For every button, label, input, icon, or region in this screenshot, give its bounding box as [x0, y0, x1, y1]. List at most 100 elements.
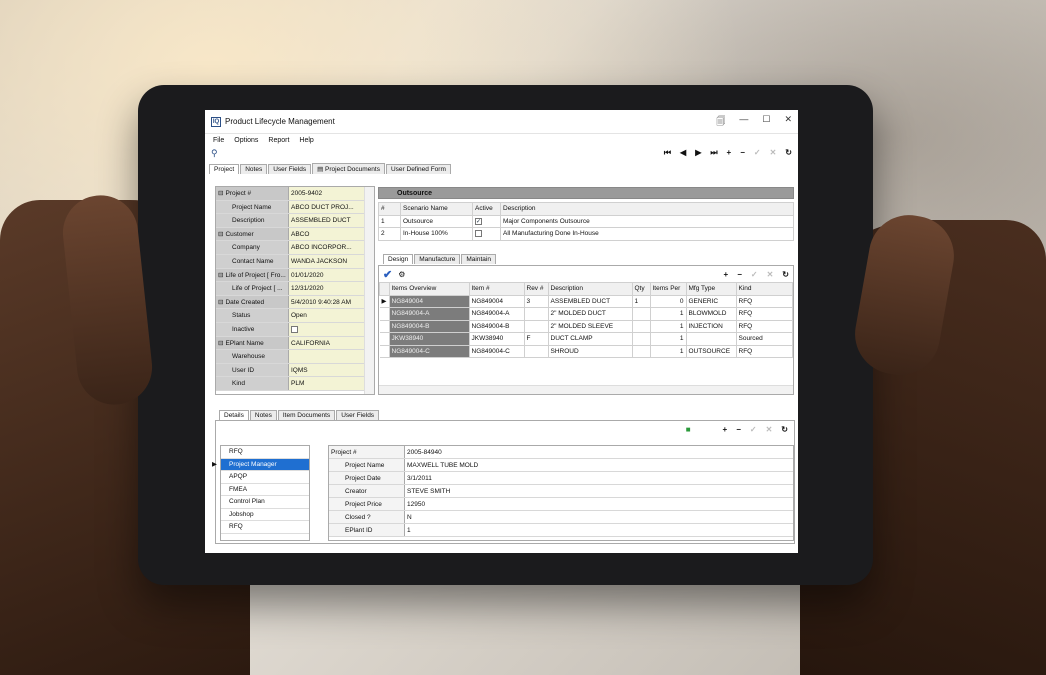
settings-icon[interactable]: ⚙	[398, 270, 405, 279]
refresh-button[interactable]: ↻	[782, 270, 789, 279]
col-qty[interactable]: Qty	[631, 282, 651, 296]
close-button[interactable]: ✕	[784, 114, 792, 130]
add-button[interactable]: +	[724, 270, 729, 279]
detail-value[interactable]: 2005-84940	[405, 446, 793, 458]
col-item-number[interactable]: Item #	[468, 282, 525, 296]
qty-cell[interactable]: 1	[631, 294, 651, 308]
add-record-button[interactable]: +	[727, 148, 732, 158]
items-per-cell[interactable]: 1	[649, 344, 687, 358]
stage-item-rfq[interactable]: RFQ	[221, 521, 309, 534]
tab-details[interactable]: Details	[219, 410, 249, 420]
table-row[interactable]: NG849004-B NG849004-B 2" MOLDED SLEEVE 1 INJ…	[379, 319, 793, 333]
active-checkbox[interactable]	[472, 227, 501, 241]
stage-item-project-manager[interactable]: Project Manager ▶	[212, 458, 309, 471]
property-row-life-of-project[interactable]: Life of Project [ ... 12/31/2020	[216, 282, 374, 296]
items-overview-cell[interactable]: NG849004-C	[388, 344, 470, 358]
property-value[interactable]: ABCO DUCT PROJ...	[289, 200, 374, 214]
property-value[interactable]: PLM	[289, 377, 374, 390]
detail-value[interactable]: MAXWELL TUBE MOLD	[405, 459, 793, 471]
horizontal-scrollbar[interactable]	[379, 385, 793, 394]
col-description[interactable]: Description	[547, 282, 633, 296]
col-active[interactable]: Active	[472, 202, 501, 216]
property-row-user-id[interactable]: User ID IQMS	[216, 363, 374, 378]
detail-row-project[interactable]: Project #2005-84940	[329, 446, 793, 459]
first-record-button[interactable]: ⏮	[664, 148, 671, 158]
col-scenario-name[interactable]: Scenario Name	[400, 202, 473, 216]
delete-button[interactable]: −	[737, 270, 742, 279]
table-row[interactable]: ▶ NG849004 NG849004 3 ASSEMBLED DUCT 1 0 GENERI…	[379, 294, 793, 308]
menu-file[interactable]: File	[213, 137, 224, 144]
property-row-kind[interactable]: Kind PLM	[216, 377, 374, 391]
delete-record-button[interactable]: −	[740, 148, 745, 158]
menu-help[interactable]: Help	[299, 137, 313, 144]
cancel-button[interactable]: ✕	[766, 425, 773, 434]
active-checkbox[interactable]	[472, 214, 501, 228]
description-cell[interactable]: ASSEMBLED DUCT	[547, 294, 633, 308]
rev-cell[interactable]: 3	[523, 294, 549, 308]
tab-user-fields-bottom[interactable]: User Fields	[336, 410, 380, 420]
cancel-record-button[interactable]: ✕	[770, 148, 777, 158]
minimize-button[interactable]: —	[739, 114, 748, 130]
property-row-warehouse[interactable]: Warehouse	[216, 350, 374, 364]
tab-project[interactable]: Project	[209, 164, 240, 174]
detail-row-creator[interactable]: Creator STEVE SMITH	[329, 485, 793, 498]
qty-cell[interactable]	[631, 332, 651, 346]
post-button[interactable]: ✓	[751, 270, 758, 279]
restore-icon[interactable]: 🗐	[716, 114, 725, 130]
post-record-button[interactable]: ✓	[754, 148, 761, 158]
items-per-cell[interactable]: 0	[649, 294, 687, 308]
property-value[interactable]: 2005-9402	[289, 187, 374, 200]
property-value[interactable]: 01/01/2020	[289, 268, 374, 282]
property-row-project[interactable]: ⊟ Project #2005-9402	[216, 187, 374, 201]
property-row-description[interactable]: Description ASSEMBLED DUCT	[216, 214, 374, 228]
table-row[interactable]: NG849004-A NG849004-A 2" MOLDED DUCT 1 BLOWM…	[379, 307, 793, 321]
tab-design[interactable]: Design	[383, 254, 414, 264]
property-value[interactable]: IQMS	[289, 363, 374, 377]
items-overview-cell[interactable]: NG849004	[388, 294, 470, 308]
add-button[interactable]: +	[723, 425, 728, 434]
property-row-status[interactable]: Status Open	[216, 309, 374, 323]
mfg-type-cell[interactable]: OUTSOURCE	[685, 344, 737, 358]
detail-value[interactable]: N	[405, 511, 793, 523]
mfg-type-cell[interactable]	[685, 332, 737, 346]
menu-report[interactable]: Report	[268, 137, 289, 144]
expand-icon[interactable]: ⊟	[218, 299, 223, 306]
mfg-type-cell[interactable]: INJECTION	[685, 319, 737, 333]
items-per-cell[interactable]: 1	[649, 332, 687, 346]
items-per-cell[interactable]: 1	[649, 307, 687, 321]
expand-icon[interactable]: ⊟	[218, 272, 223, 279]
col-items-overview[interactable]: Items Overview	[388, 282, 470, 296]
items-overview-cell[interactable]: JKW38940	[388, 332, 470, 346]
kind-cell[interactable]: RFQ	[735, 294, 793, 308]
property-value[interactable]: Open	[289, 309, 374, 322]
table-row[interactable]: 2 In-House 100% All Manufacturing Done I…	[378, 227, 794, 241]
menu-options[interactable]: Options	[234, 137, 258, 144]
property-row-contact-name[interactable]: Contact Name WANDA JACKSON	[216, 254, 374, 269]
qty-cell[interactable]	[631, 319, 651, 333]
stage-item-fmea[interactable]: FMEA	[221, 484, 309, 496]
checkmark-icon[interactable]: ✔	[383, 268, 392, 281]
property-value[interactable]: ABCO INCORPOR...	[289, 241, 374, 254]
kind-cell[interactable]: RFQ	[735, 307, 793, 321]
refresh-button[interactable]: ↻	[785, 148, 792, 158]
tab-user-fields[interactable]: User Fields	[268, 164, 312, 174]
property-row-inactive[interactable]: Inactive	[216, 322, 374, 337]
table-row[interactable]: JKW38940 JKW38940 F DUCT CLAMP 1 Sourced	[379, 332, 793, 346]
property-row-eplant-name[interactable]: ⊟ EPlant Name CALIFORNIA	[216, 336, 374, 351]
post-button[interactable]: ✓	[750, 425, 757, 434]
property-value[interactable]: CALIFORNIA	[289, 336, 374, 350]
rev-cell[interactable]	[523, 319, 549, 333]
tab-user-defined-form[interactable]: User Defined Form	[385, 164, 451, 174]
last-record-button[interactable]: ⏭	[710, 148, 717, 158]
table-row[interactable]: 1 Outsource Major Components Outsource	[378, 214, 794, 228]
expand-icon[interactable]: ⊟	[218, 190, 223, 197]
items-overview-cell[interactable]: NG849004-A	[388, 307, 470, 321]
property-value[interactable]: ASSEMBLED DUCT	[289, 214, 374, 227]
property-value[interactable]: 5/4/2010 9:40:28 AM	[289, 295, 374, 309]
property-row-company[interactable]: Company ABCO INCORPOR...	[216, 241, 374, 255]
stage-item-rfq[interactable]: RFQ	[221, 446, 309, 459]
kind-cell[interactable]: RFQ	[735, 344, 793, 358]
qty-cell[interactable]	[631, 307, 651, 321]
tab-item-documents[interactable]: Item Documents	[277, 410, 336, 420]
property-value[interactable]: 12/31/2020	[289, 282, 374, 295]
